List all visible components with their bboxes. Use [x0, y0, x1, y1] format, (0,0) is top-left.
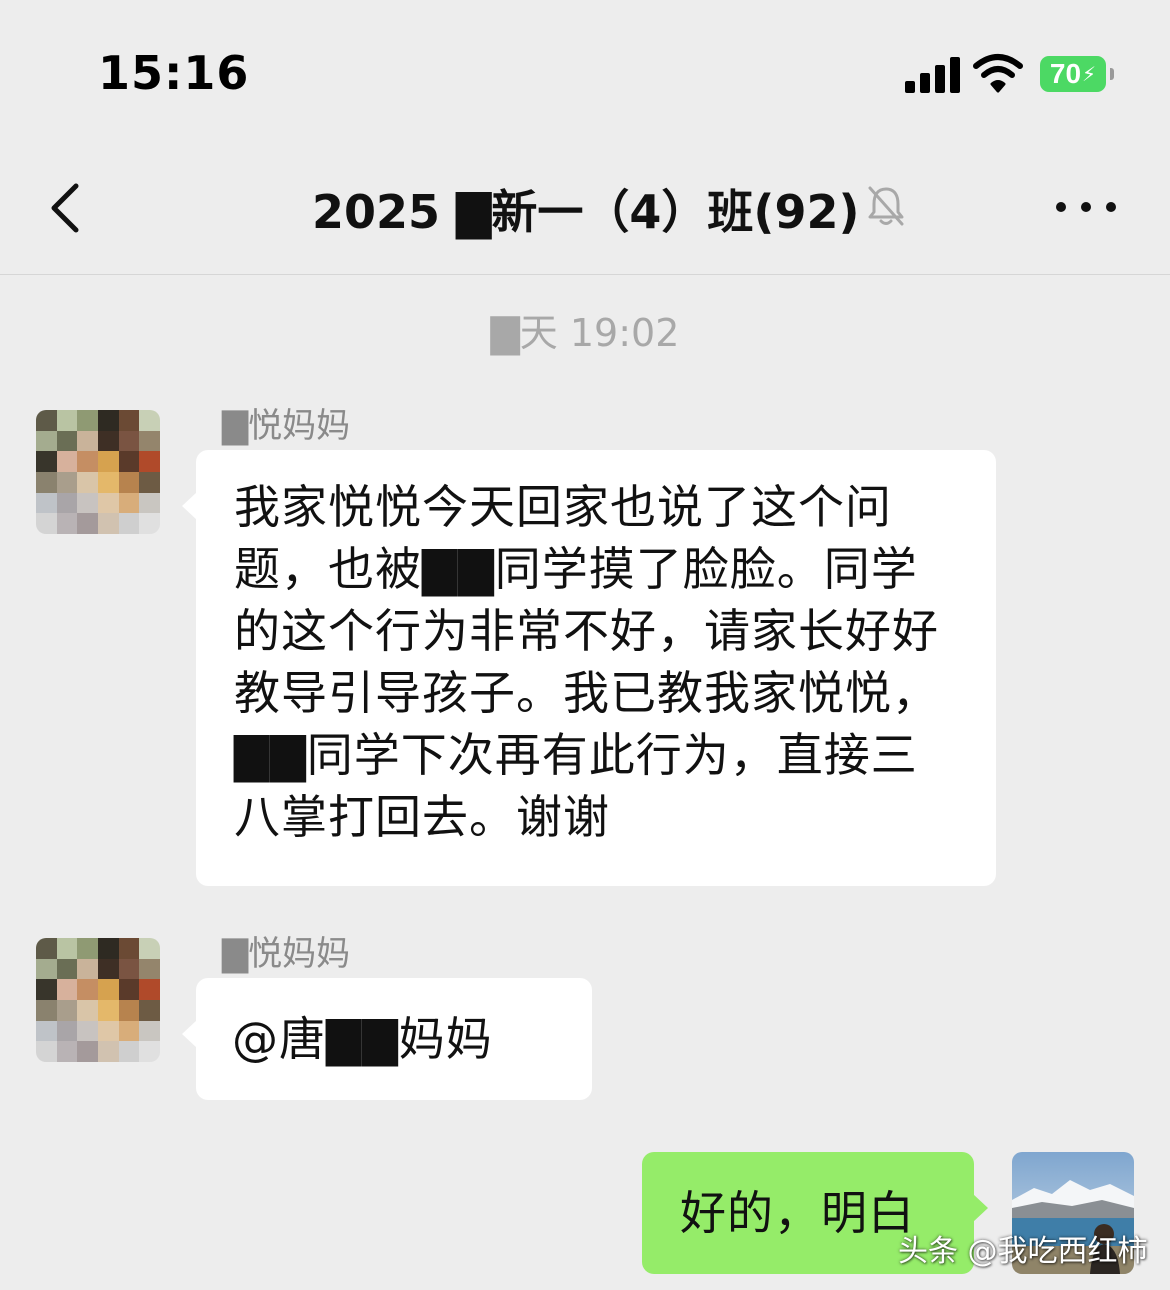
battery-level: 70: [1049, 58, 1082, 89]
message-text: 我家悦悦今天回家也说了这个问题，也被▇▇同学摸了脸脸。同学的这个行为非常不好，请…: [234, 480, 939, 844]
message-text: @唐▇▇妈妈: [232, 1012, 493, 1066]
charging-bolt-icon: ⚡: [1082, 62, 1097, 86]
message-bubble[interactable]: 我家悦悦今天回家也说了这个问题，也被▇▇同学摸了脸脸。同学的这个行为非常不好，请…: [182, 450, 996, 886]
back-icon[interactable]: [46, 180, 86, 236]
sender-name: ▇悦妈妈: [222, 934, 351, 974]
battery-icon: 70 ⚡: [1040, 56, 1114, 92]
more-options-icon[interactable]: [1056, 190, 1116, 224]
chat-title: 2025 ▇新一（4）班(92): [312, 185, 860, 239]
message-timestamp: ▇天 19:02: [490, 311, 680, 355]
mute-bell-icon: [868, 186, 904, 226]
sender-name: ▇悦妈妈: [222, 406, 351, 446]
wifi-icon: [973, 54, 1023, 93]
watermark: 头条 @我吃西红柿: [898, 1234, 1148, 1269]
sender-avatar[interactable]: [36, 410, 160, 534]
status-bar: 15:16 70 ⚡: [0, 0, 1170, 140]
cellular-signal-icon: [905, 55, 961, 93]
message-bubble[interactable]: @唐▇▇妈妈: [182, 978, 592, 1100]
chat-header: 2025 ▇新一（4）班(92): [0, 140, 1170, 275]
status-time: 15:16: [98, 46, 250, 100]
sender-avatar[interactable]: [36, 938, 160, 1062]
